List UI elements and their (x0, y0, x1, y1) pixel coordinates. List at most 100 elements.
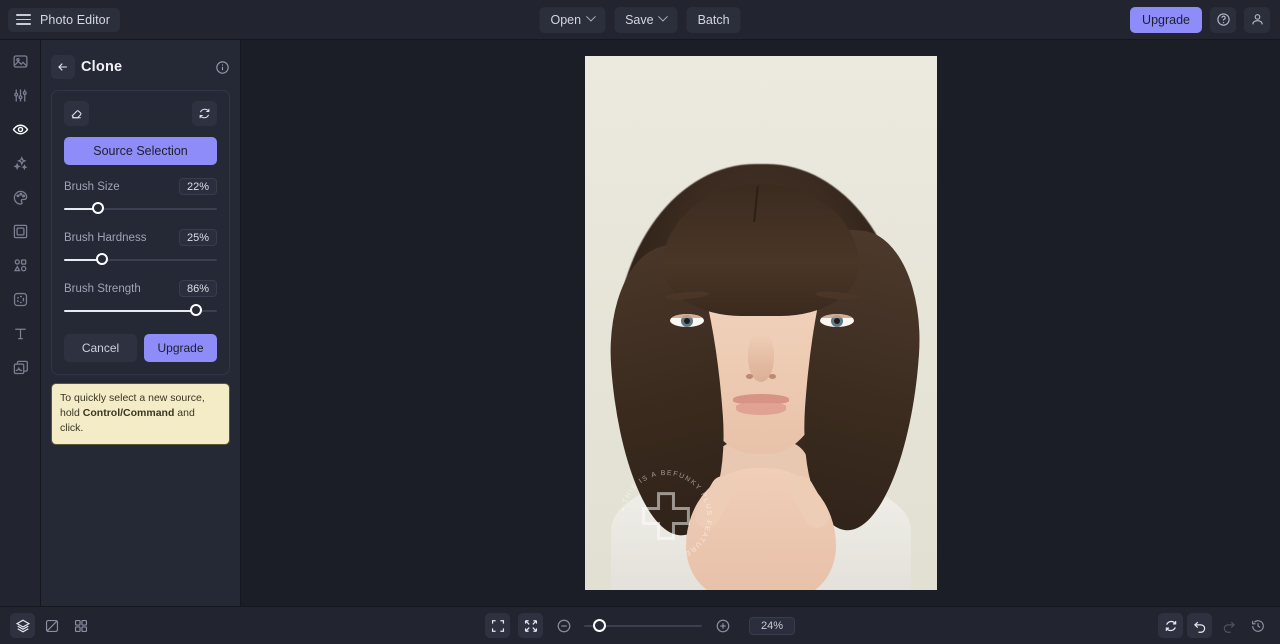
history-icon (1251, 619, 1264, 632)
chevron-down-icon (585, 11, 596, 22)
image-icon (12, 54, 28, 68)
redo-icon (1223, 621, 1235, 633)
info-circle-icon (216, 60, 229, 74)
eraser-button[interactable] (64, 101, 89, 126)
save-button[interactable]: Save (614, 6, 678, 33)
account-button[interactable] (1244, 6, 1270, 33)
source-selection-button[interactable]: Source Selection (64, 137, 217, 165)
sidebar-item-text[interactable] (5, 320, 35, 346)
brush-strength-slider[interactable] (64, 304, 217, 318)
compare-button[interactable] (39, 613, 64, 638)
canvas-area[interactable]: • THIS IS A BEFUNKY PLUS FEATURE (241, 40, 1280, 606)
sidebar-item-effects[interactable] (5, 150, 35, 176)
eye-left (669, 314, 704, 327)
image-canvas[interactable]: • THIS IS A BEFUNKY PLUS FEATURE (584, 56, 937, 590)
slider-thumb[interactable] (96, 253, 109, 265)
eye-icon (12, 124, 28, 134)
sidebar-item-image[interactable] (5, 48, 35, 74)
batch-label: Batch (697, 12, 730, 27)
redo-button[interactable] (1216, 613, 1241, 638)
panel-upgrade-button[interactable]: Upgrade (144, 334, 217, 362)
batch-button[interactable]: Batch (686, 6, 741, 33)
sliders-icon (13, 89, 27, 101)
slider-thumb[interactable] (91, 202, 104, 214)
page-title: Clone (81, 59, 123, 75)
reset-button[interactable] (192, 101, 217, 126)
app-title: Photo Editor (40, 12, 110, 27)
zoom-in-button[interactable] (710, 613, 735, 638)
history-tools (1158, 613, 1270, 638)
brush-size-label: Brush Size (64, 180, 120, 193)
sticker-icon (13, 292, 27, 306)
zoom-slider-thumb[interactable] (593, 618, 607, 632)
editor-body: Clone Source Selection Brush Size 22% Br… (0, 40, 1280, 606)
undo-button[interactable] (1187, 613, 1212, 638)
panel-header: Clone (51, 50, 230, 84)
sidebar-item-frames[interactable] (5, 218, 35, 244)
brush-hardness-label: Brush Hardness (64, 231, 147, 244)
sidebar-item-artsy[interactable] (5, 184, 35, 210)
tool-rail (0, 40, 41, 606)
clone-settings-card: Source Selection Brush Size 22% Brush Ha… (51, 90, 230, 375)
hamburger-icon (16, 14, 31, 25)
brush-hardness-header: Brush Hardness 25% (64, 229, 217, 246)
file-tools: Open Save Batch (539, 6, 741, 33)
palette-icon (13, 190, 27, 205)
eraser-icon (71, 110, 82, 119)
brush-hardness-value: 25% (178, 229, 217, 246)
clone-tool-panel: Clone Source Selection Brush Size 22% Br… (41, 40, 241, 606)
view-tools (10, 613, 93, 638)
info-button[interactable] (215, 60, 230, 75)
open-button[interactable]: Open (539, 6, 606, 33)
slider-fill (64, 310, 196, 312)
sidebar-item-touchup[interactable] (5, 116, 35, 142)
compare-icon (45, 619, 58, 632)
grid-button[interactable] (68, 613, 93, 638)
brush-size-header: Brush Size 22% (64, 178, 217, 195)
brush-size-slider[interactable] (64, 202, 217, 216)
reset-image-button[interactable] (1158, 613, 1183, 638)
slider-thumb[interactable] (189, 304, 202, 316)
layers-icon (15, 619, 30, 632)
sidebar-item-overlays[interactable] (5, 286, 35, 312)
layers-button[interactable] (10, 613, 35, 638)
open-label: Open (550, 12, 582, 27)
bottom-bar: 24% (0, 606, 1280, 644)
history-button[interactable] (1245, 613, 1270, 638)
arrow-left-icon (58, 63, 67, 71)
cancel-button[interactable]: Cancel (64, 334, 137, 362)
zoom-in-icon (716, 619, 729, 632)
zoom-out-button[interactable] (551, 613, 576, 638)
app-menu-button[interactable]: Photo Editor (8, 7, 120, 32)
brush-hardness-slider[interactable] (64, 253, 217, 267)
layers-copy-icon (13, 360, 28, 374)
panel-actions: Cancel Upgrade (64, 334, 217, 362)
sidebar-item-edit[interactable] (5, 82, 35, 108)
chevron-down-icon (658, 11, 669, 22)
fit-window-icon (524, 619, 537, 632)
reset-icon (199, 108, 210, 119)
grid-icon (74, 619, 87, 632)
lips (732, 394, 789, 416)
card-tool-row (64, 101, 217, 126)
brush-hardness-slider-block: Brush Hardness 25% (64, 229, 217, 267)
sparkles-icon (12, 155, 28, 170)
hint-shortcut: Control/Command (82, 407, 175, 420)
fit-screen-button[interactable] (485, 613, 510, 638)
sidebar-item-graphics[interactable] (5, 252, 35, 278)
frame-icon (13, 224, 27, 238)
reset-icon (1165, 620, 1176, 631)
upgrade-button[interactable]: Upgrade (1130, 6, 1202, 33)
undo-icon (1193, 621, 1205, 633)
sidebar-item-textures[interactable] (5, 354, 35, 380)
back-button[interactable] (51, 55, 75, 79)
brush-strength-header: Brush Strength 86% (64, 280, 217, 297)
help-button[interactable] (1210, 6, 1236, 33)
zoom-slider[interactable] (584, 618, 702, 633)
fit-window-button[interactable] (518, 613, 543, 638)
user-icon (1251, 14, 1263, 25)
brush-strength-slider-block: Brush Strength 86% (64, 280, 217, 318)
fit-screen-icon (491, 619, 504, 632)
brush-strength-label: Brush Strength (64, 282, 141, 295)
portrait-photo (584, 56, 937, 590)
